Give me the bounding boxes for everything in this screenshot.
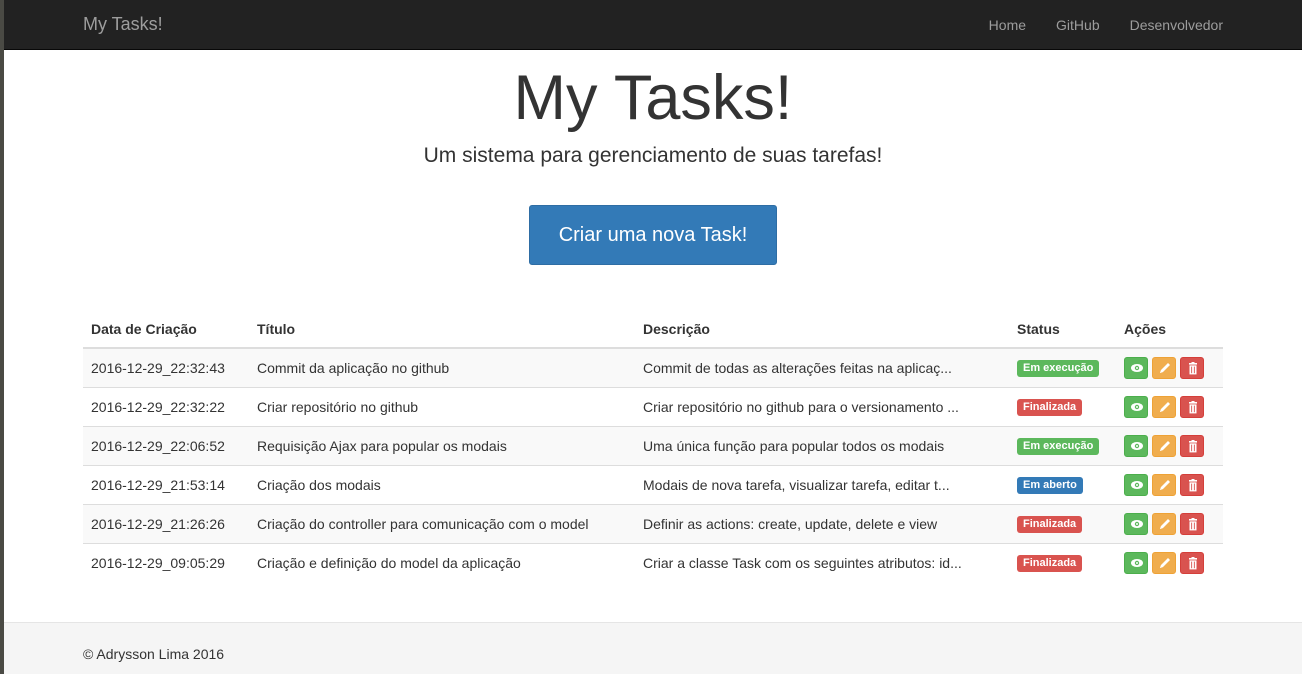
cell-title: Commit da aplicação no github (249, 347, 635, 387)
cell-date: 2016-12-29_22:06:52 (83, 425, 249, 465)
view-task-button[interactable] (1124, 434, 1148, 457)
cell-status: Em aberto (1009, 464, 1116, 504)
cell-description: Criar a classe Task com os seguintes atr… (635, 542, 1009, 582)
cell-status: Finalizada (1009, 503, 1116, 543)
status-badge: Em execução (1017, 360, 1100, 378)
cell-date: 2016-12-29_21:26:26 (83, 503, 249, 543)
edit-task-button[interactable] (1152, 434, 1176, 457)
cell-date: 2016-12-29_22:32:22 (83, 386, 249, 426)
cell-description: Criar repositório no github para o versi… (635, 386, 1009, 426)
nav-link-home[interactable]: Home (989, 15, 1026, 35)
edit-task-button[interactable] (1152, 356, 1176, 379)
view-task-button[interactable] (1124, 395, 1148, 418)
footer: © Adrysson Lima 2016 (4, 622, 1302, 674)
nav-link-github[interactable]: GitHub (1056, 15, 1100, 35)
page-title: My Tasks! (513, 63, 793, 133)
table-row: 2016-12-29_09:05:29 Criação e definição d… (83, 542, 1223, 582)
nav-links: Home GitHub Desenvolvedor (959, 0, 1223, 50)
cell-title: Criação dos modais (249, 464, 635, 504)
cell-date: 2016-12-29_09:05:29 (83, 542, 249, 582)
table-row: 2016-12-29_21:26:26 Criação do controller… (83, 503, 1223, 543)
cell-actions (1116, 542, 1223, 582)
cell-title: Criar repositório no github (249, 386, 635, 426)
edit-task-button[interactable] (1152, 551, 1176, 574)
cell-description: Definir as actions: create, update, dele… (635, 503, 1009, 543)
edit-task-button[interactable] (1152, 395, 1176, 418)
edit-task-button[interactable] (1152, 473, 1176, 496)
cell-date: 2016-12-29_21:53:14 (83, 464, 249, 504)
status-badge: Em execução (1017, 438, 1100, 455)
cell-description: Commit de todas as alterações feitas na … (635, 347, 1009, 387)
table-row: 2016-12-29_22:06:52 Requisição Ajax para … (83, 425, 1223, 465)
delete-task-button[interactable] (1180, 434, 1204, 457)
status-badge: Em aberto (1017, 477, 1083, 494)
delete-task-button[interactable] (1180, 512, 1204, 535)
table-header-row: Data de Criação Título Descrição Status … (83, 310, 1223, 349)
navbar: My Tasks! Home GitHub Desenvolvedor (4, 0, 1302, 50)
table-row: 2016-12-29_22:32:43 Commit da aplicação n… (83, 347, 1223, 387)
header-description: Descrição (635, 310, 1009, 349)
delete-task-button[interactable] (1180, 473, 1204, 496)
view-task-button[interactable] (1124, 512, 1148, 535)
header-date: Data de Criação (83, 310, 249, 349)
cell-date: 2016-12-29_22:32:43 (83, 347, 249, 387)
cell-status: Finalizada (1009, 386, 1116, 426)
create-task-button[interactable]: Criar uma nova Task! (529, 205, 777, 265)
cell-description: Modais de nova tarefa, visualizar tarefa… (635, 464, 1009, 504)
table-row: 2016-12-29_21:53:14 Criação dos modais Mod… (83, 464, 1223, 504)
table-body: 2016-12-29_22:32:43 Commit da aplicação n… (83, 347, 1223, 582)
nav-link-desenvolvedor[interactable]: Desenvolvedor (1130, 15, 1223, 35)
table-row: 2016-12-29_22:32:22 Criar repositório no … (83, 386, 1223, 426)
cell-title: Requisição Ajax para popular os modais (249, 425, 635, 465)
cell-description: Uma única função para popular todos os m… (635, 425, 1009, 465)
header-title: Título (249, 310, 635, 349)
page-subtitle: Um sistema para gerenciamento de suas ta… (423, 144, 883, 167)
cell-actions (1116, 386, 1223, 426)
cell-actions (1116, 464, 1223, 504)
navbar-brand[interactable]: My Tasks! (83, 14, 163, 34)
header-actions: Ações (1116, 310, 1223, 349)
status-badge: Finalizada (1017, 555, 1083, 573)
cell-status: Finalizada (1009, 542, 1116, 582)
cell-actions (1116, 347, 1223, 387)
cell-title: Criação e definição do model da aplicaçã… (249, 542, 635, 582)
cell-actions (1116, 425, 1223, 465)
header-status: Status (1009, 310, 1116, 349)
delete-task-button[interactable] (1180, 551, 1204, 574)
status-badge: Finalizada (1017, 516, 1083, 533)
delete-task-button[interactable] (1180, 395, 1204, 418)
cell-status: Em execução (1009, 347, 1116, 387)
tasks-table: Data de Criação Título Descrição Status … (83, 310, 1223, 582)
view-task-button[interactable] (1124, 356, 1148, 379)
edit-task-button[interactable] (1152, 512, 1176, 535)
delete-task-button[interactable] (1180, 356, 1204, 379)
cell-status: Em execução (1009, 425, 1116, 465)
footer-copyright: © Adrysson Lima 2016 (83, 646, 225, 662)
tasks-table-wrap: Data de Criação Título Descrição Status … (83, 310, 1223, 582)
cell-actions (1116, 503, 1223, 543)
cell-title: Criação do controller para comunicação c… (249, 503, 635, 543)
view-task-button[interactable] (1124, 473, 1148, 496)
view-task-button[interactable] (1124, 551, 1148, 574)
status-badge: Finalizada (1017, 399, 1083, 416)
